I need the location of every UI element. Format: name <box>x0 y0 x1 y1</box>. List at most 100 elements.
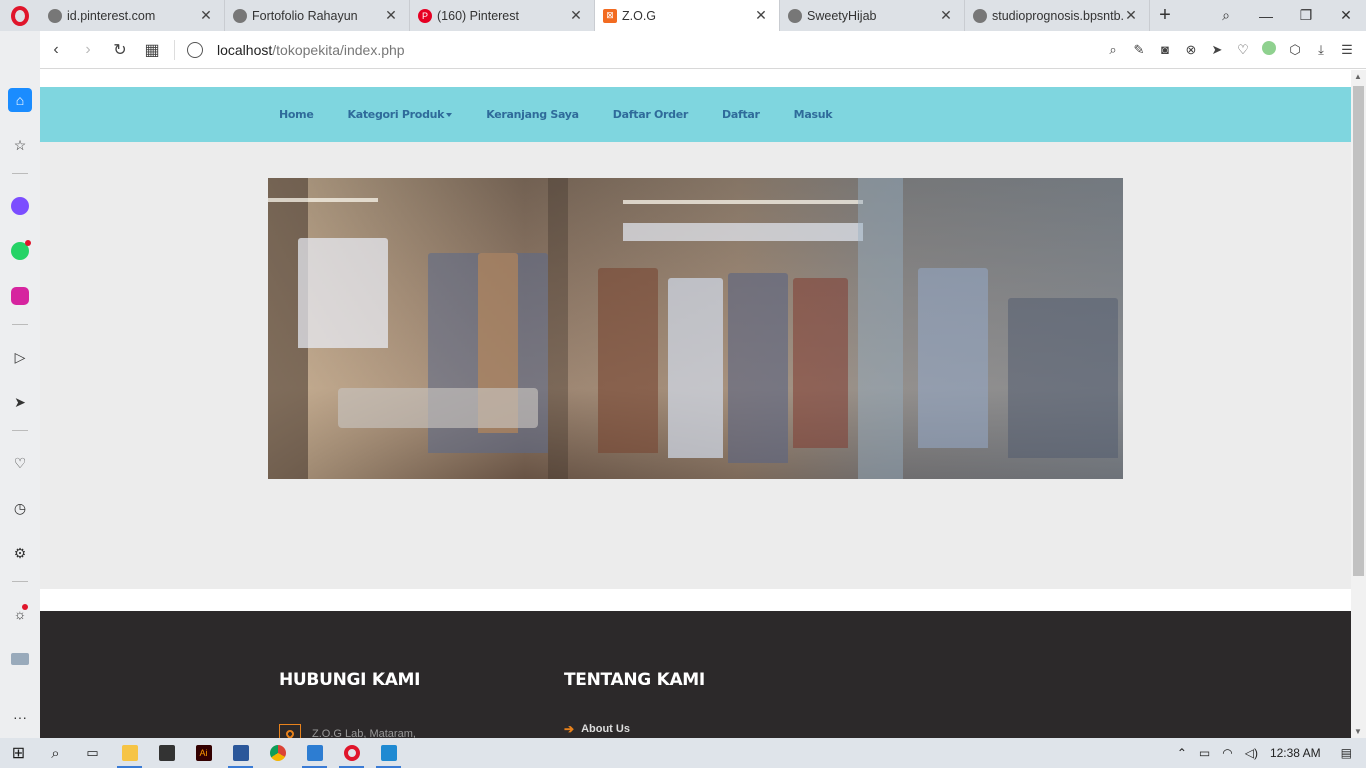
search-icon[interactable]: ⌕ <box>37 738 74 768</box>
reload-button[interactable]: ↻ <box>104 40 136 60</box>
url-path: /tokopekita/index.php <box>272 41 405 58</box>
tab-3[interactable]: ⊠ Z.O.G ✕ <box>595 0 780 31</box>
windows-taskbar: ⊞ ⌕ ▭ Ai ⌃ ▭ ◠ ◁) 12:38 AM ▤ <box>0 738 1366 768</box>
nav-kategori-produk[interactable]: Kategori Produk <box>348 108 453 121</box>
volume-icon[interactable]: ◁) <box>1245 746 1258 760</box>
nav-home[interactable]: Home <box>279 108 314 121</box>
settings-icon[interactable]: ⚙ <box>8 541 32 565</box>
globe-icon <box>233 8 247 23</box>
close-tab-icon[interactable]: ✕ <box>198 7 214 24</box>
edit-icon[interactable]: ✎ <box>1126 42 1152 58</box>
tab-4[interactable]: SweetyHijab ✕ <box>780 0 965 31</box>
send-icon[interactable]: ➤ <box>8 390 32 414</box>
tray-chevron-icon[interactable]: ⌃ <box>1177 746 1187 760</box>
more-icon[interactable]: ··· <box>8 705 32 729</box>
tab-title: SweetyHijab <box>807 8 877 23</box>
tab-2[interactable]: P (160) Pinterest ✕ <box>410 0 595 31</box>
easy-setup-icon[interactable]: ☰ <box>1334 42 1360 58</box>
nav-masuk[interactable]: Masuk <box>794 108 833 121</box>
instagram-icon[interactable] <box>8 284 32 308</box>
url-field[interactable]: localhost/tokopekita/index.php <box>181 41 1100 58</box>
back-button[interactable]: ‹ <box>40 41 72 59</box>
home-icon[interactable]: ⌂ <box>8 88 32 112</box>
location-pin-icon <box>279 724 301 738</box>
scroll-down-icon[interactable]: ▼ <box>1354 727 1362 736</box>
close-tab-icon[interactable]: ✕ <box>568 7 584 24</box>
tab-5[interactable]: studioprognosis.bpsntb. ✕ <box>965 0 1150 31</box>
windows-start-icon[interactable]: ⊞ <box>0 738 37 768</box>
search-tabs-icon[interactable]: ⌕ <box>1206 0 1246 31</box>
minimize-button[interactable]: — <box>1246 0 1286 31</box>
clock-time[interactable]: 12:38 AM <box>1270 746 1321 760</box>
player-icon[interactable]: ▷ <box>8 345 32 369</box>
chrome-icon[interactable] <box>259 738 296 768</box>
messenger-icon[interactable] <box>8 194 32 218</box>
new-tab-button[interactable]: + <box>1150 0 1180 31</box>
heart-icon[interactable]: ♡ <box>8 451 32 475</box>
extension-icon[interactable] <box>8 647 32 671</box>
store-icon[interactable] <box>148 738 185 768</box>
page-viewport: Home Kategori Produk Keranjang Saya Daft… <box>40 70 1351 738</box>
heart-icon[interactable]: ♡ <box>1230 42 1256 58</box>
tab-title: Z.O.G <box>622 8 657 23</box>
send-icon[interactable]: ➤ <box>1204 42 1230 58</box>
about-us-link[interactable]: ➔ About Us <box>564 722 630 736</box>
file-explorer-icon[interactable] <box>111 738 148 768</box>
address-bar: ‹ › ↻ ▦ localhost/tokopekita/index.php ⌕… <box>40 31 1366 69</box>
page-scrollbar[interactable]: ▲ ▼ <box>1351 70 1366 738</box>
task-view-icon[interactable]: ▭ <box>74 738 111 768</box>
vpn-icon[interactable] <box>1256 41 1282 58</box>
opera-sidebar: ⌂ ☆ ▷ ➤ ♡ ◷ ⚙ ☼ ··· <box>0 31 40 738</box>
whatsapp-icon[interactable] <box>8 239 32 263</box>
bookmarks-icon[interactable]: ☆ <box>8 133 32 157</box>
close-tab-icon[interactable]: ✕ <box>938 7 954 24</box>
photos-icon[interactable] <box>296 738 333 768</box>
tab-title: Fortofolio Rahayun <box>252 8 358 23</box>
forward-button[interactable]: › <box>72 41 104 59</box>
scroll-up-icon[interactable]: ▲ <box>1354 72 1362 81</box>
site-footer: HUBUNGI KAMI TENTANG KAMI Z.O.G Lab, Mat… <box>40 611 1351 738</box>
nav-daftar-order[interactable]: Daftar Order <box>613 108 689 121</box>
site-navbar: Home Kategori Produk Keranjang Saya Daft… <box>40 87 1351 142</box>
close-tab-icon[interactable]: ✕ <box>383 7 399 24</box>
tab-grid-button[interactable]: ▦ <box>136 40 168 60</box>
tab-title: (160) Pinterest <box>437 8 519 23</box>
nav-daftar[interactable]: Daftar <box>722 108 760 121</box>
wifi-icon[interactable]: ◠ <box>1222 746 1232 760</box>
hero-banner-image <box>268 178 1123 479</box>
tab-title: id.pinterest.com <box>67 8 156 23</box>
pinterest-icon: P <box>418 8 432 23</box>
caret-down-icon <box>446 113 453 117</box>
opera-icon[interactable] <box>333 738 370 768</box>
adblock-icon[interactable]: ⊗ <box>1178 42 1204 58</box>
tab-1[interactable]: Fortofolio Rahayun ✕ <box>225 0 410 31</box>
cube-icon[interactable]: ⬡ <box>1282 42 1308 58</box>
close-window-button[interactable]: ✕ <box>1326 0 1366 31</box>
contact-address: Z.O.G Lab, Mataram, <box>279 724 416 738</box>
zoom-icon[interactable]: ⌕ <box>1100 42 1126 58</box>
history-icon[interactable]: ◷ <box>8 496 32 520</box>
xampp-icon: ⊠ <box>603 8 617 23</box>
tab-title: studioprognosis.bpsntb. <box>992 8 1123 23</box>
opera-menu-button[interactable] <box>0 0 40 31</box>
site-info-icon[interactable] <box>187 41 203 58</box>
globe-icon <box>48 8 62 23</box>
tab-bar: id.pinterest.com ✕ Fortofolio Rahayun ✕ … <box>0 0 1366 31</box>
contact-heading: HUBUNGI KAMI <box>279 670 421 690</box>
scrollbar-thumb[interactable] <box>1353 86 1364 576</box>
word-icon[interactable] <box>222 738 259 768</box>
close-tab-icon[interactable]: ✕ <box>753 7 769 24</box>
opera-logo-icon <box>11 5 29 26</box>
notifications-icon[interactable]: ▤ <box>1341 746 1352 760</box>
illustrator-icon[interactable]: Ai <box>185 738 222 768</box>
tab-0[interactable]: id.pinterest.com ✕ <box>40 0 225 31</box>
tips-icon[interactable]: ☼ <box>8 602 32 626</box>
restore-button[interactable]: ❐ <box>1286 0 1326 31</box>
camera-icon[interactable]: ◙ <box>1152 42 1178 57</box>
vscode-icon[interactable] <box>370 738 407 768</box>
nav-keranjang-saya[interactable]: Keranjang Saya <box>486 108 579 121</box>
address-text: Z.O.G Lab, Mataram, <box>312 728 416 738</box>
battery-icon[interactable]: ▭ <box>1199 746 1210 760</box>
download-icon[interactable]: ⤓ <box>1308 42 1334 58</box>
close-tab-icon[interactable]: ✕ <box>1123 7 1139 24</box>
